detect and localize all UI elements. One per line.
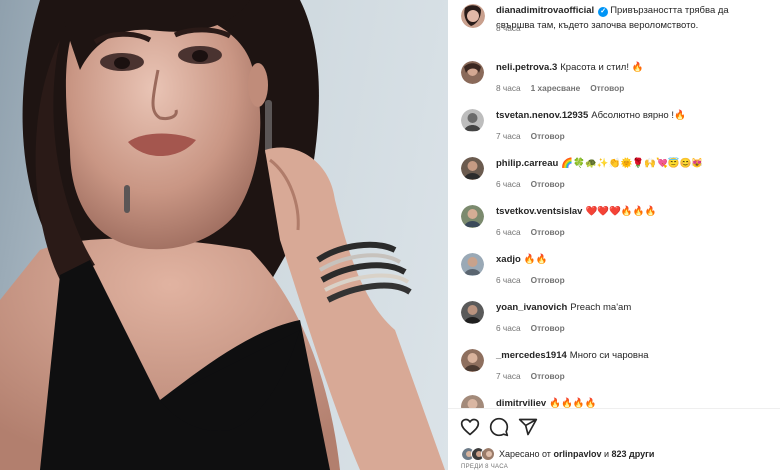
comment-item: tsvetan.nenov.12935 Абсолютно вярно !🔥 7 … [448, 108, 780, 154]
comment-time: 7 часа [496, 371, 521, 381]
comment-meta: 6 часа Отговор [496, 179, 565, 189]
comment-time: 6 часа [496, 323, 521, 333]
caption-meta: 8 часа [496, 23, 521, 33]
likes-middle: и [603, 449, 610, 459]
comment-item: xadjo 🔥🔥 6 часа Отговор [448, 252, 780, 298]
comment-text: Preach ma'am [570, 302, 632, 313]
comment-username[interactable]: tsvetkov.ventsislav [496, 206, 582, 217]
commenter-avatar[interactable] [461, 253, 484, 276]
comment-username[interactable]: dimitrviliev [496, 398, 546, 408]
comment-time: 7 часа [496, 131, 521, 141]
commenter-avatar[interactable] [461, 205, 484, 228]
comment-item: tsvetkov.ventsislav ❤️❤️❤️🔥🔥🔥 6 часа Отго… [448, 204, 780, 250]
comment-meta: 6 часа Отговор [496, 323, 565, 333]
comment-item: _mercedes1914 Много си чаровна 7 часа Отг… [448, 348, 780, 394]
comments-panel: dianadimitrovaofficial ✓ Привързаността тр… [448, 0, 780, 470]
reply-button[interactable]: Отговор [531, 227, 565, 237]
liker-avatars [461, 446, 495, 462]
heart-icon[interactable] [460, 417, 480, 437]
divider [448, 408, 780, 409]
comment-meta: 7 часа Отговор [496, 371, 565, 381]
commenter-avatar[interactable] [461, 109, 484, 132]
comment-text: Красота и стил! 🔥 [560, 62, 644, 73]
comment-meta: 6 часа Отговор [496, 227, 565, 237]
liker-avatar [481, 447, 495, 461]
comment-text: Много си чаровна [569, 350, 649, 361]
caption-time: 8 часа [496, 23, 521, 33]
comment-icon[interactable] [489, 417, 509, 437]
comment-text: 🌈🍀🐢✨👏🌞🌹🙌💘😇😊😻 [561, 158, 704, 169]
author-username[interactable]: dianadimitrovaofficial [496, 5, 594, 16]
comment-username[interactable]: tsvetan.nenov.12935 [496, 110, 588, 121]
liker-username[interactable]: orlinpavlov [553, 449, 601, 459]
comment-username[interactable]: neli.petrova.3 [496, 62, 557, 73]
comment-username[interactable]: _mercedes1914 [496, 350, 567, 361]
post-caption: dianadimitrovaofficial ✓ Привързаността тр… [448, 0, 780, 46]
posted-time: ПРЕДИ 8 ЧАСА [461, 464, 509, 470]
reply-button[interactable]: Отговор [531, 179, 565, 189]
comment-time: 8 часа [496, 83, 521, 93]
comment-text: Абсолютно вярно !🔥 [591, 110, 686, 121]
likes-others-link[interactable]: 823 други [612, 449, 655, 459]
comment-item: yoan_ivanovich Preach ma'am 6 часа Отгово… [448, 300, 780, 346]
commenter-avatar[interactable] [461, 157, 484, 180]
comment-meta: 6 часа Отговор [496, 275, 565, 285]
comment-username[interactable]: philip.carreau [496, 158, 558, 169]
comment-time: 6 часа [496, 275, 521, 285]
comment-item: neli.petrova.3 Красота и стил! 🔥 8 часа 1… [448, 60, 780, 106]
post-photo[interactable] [0, 0, 448, 470]
comment-username[interactable]: xadjo [496, 254, 521, 265]
reply-button[interactable]: Отговор [531, 323, 565, 333]
comment-text: 🔥🔥 [523, 254, 548, 265]
comment-text: 🔥🔥🔥🔥 [549, 398, 597, 408]
comment-likes[interactable]: 1 харесване [531, 83, 581, 93]
commenter-avatar[interactable] [461, 61, 484, 84]
comment-meta: 8 часа 1 харесване Отговор [496, 83, 624, 93]
share-icon[interactable] [518, 417, 538, 437]
commenter-avatar[interactable] [461, 349, 484, 372]
author-avatar[interactable] [461, 4, 485, 28]
comments-list[interactable]: dianadimitrovaofficial ✓ Привързаността тр… [448, 0, 780, 408]
comment-time: 6 часа [496, 179, 521, 189]
reply-button[interactable]: Отговор [531, 275, 565, 285]
reply-button[interactable]: Отговор [590, 83, 624, 93]
commenter-avatar[interactable] [461, 395, 484, 408]
portrait-image [0, 0, 445, 470]
comment-meta: 7 часа Отговор [496, 131, 565, 141]
reply-button[interactable]: Отговор [531, 371, 565, 381]
comment-item: dimitrviliev 🔥🔥🔥🔥 [448, 395, 780, 408]
comment-item: philip.carreau 🌈🍀🐢✨👏🌞🌹🙌💘😇😊😻 6 часа Отгово… [448, 156, 780, 202]
likes-summary: Харесано от orlinpavlov и 823 други [461, 446, 654, 462]
comment-text: ❤️❤️❤️🔥🔥🔥 [585, 206, 657, 217]
action-bar [460, 417, 538, 437]
likes-prefix: Харесано от [499, 449, 551, 459]
comment-time: 6 часа [496, 227, 521, 237]
commenter-avatar[interactable] [461, 301, 484, 324]
reply-button[interactable]: Отговор [531, 131, 565, 141]
comment-username[interactable]: yoan_ivanovich [496, 302, 567, 313]
verified-icon: ✓ [598, 7, 609, 17]
